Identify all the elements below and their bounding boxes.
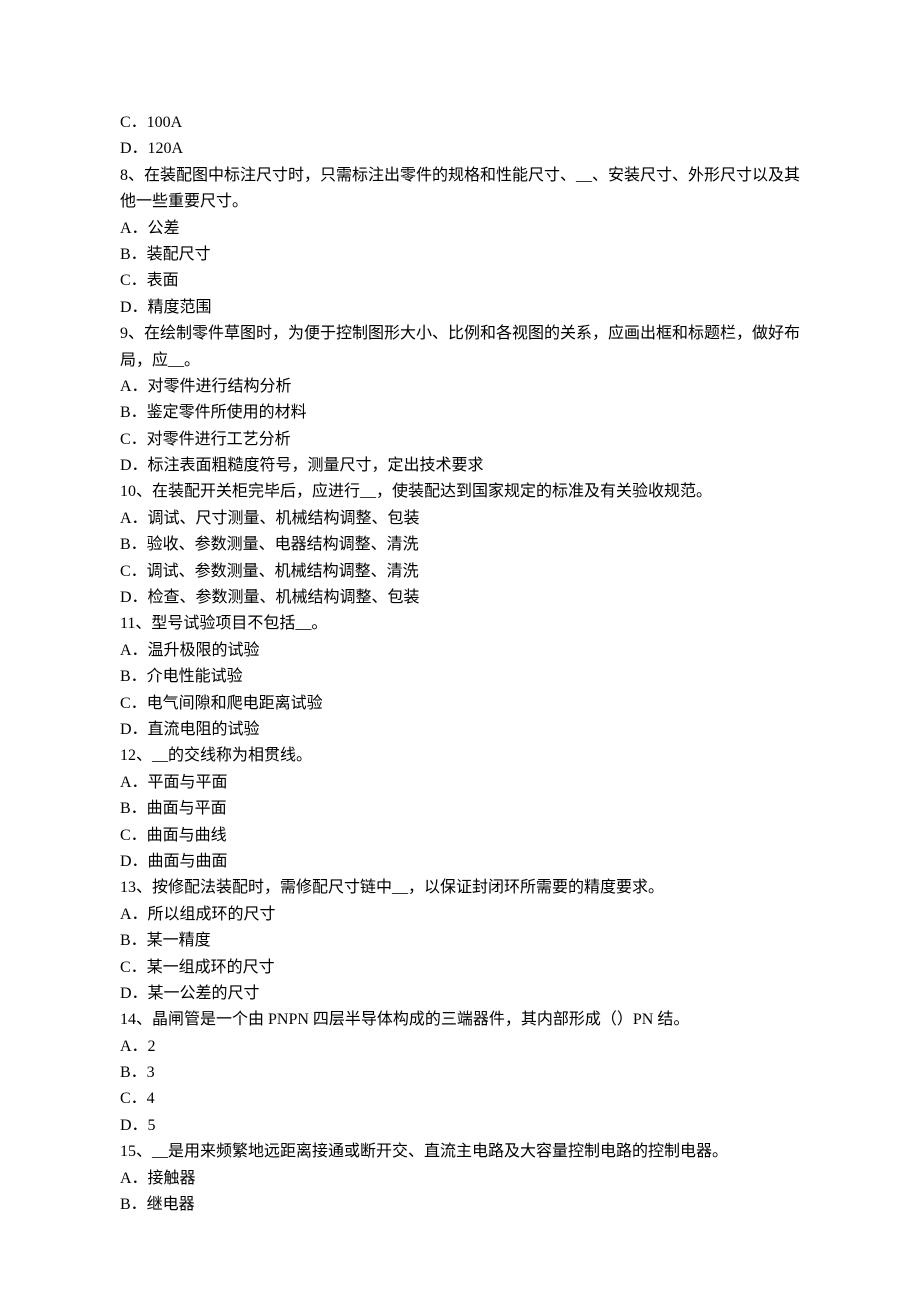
option-line: C．100A [120,110,800,136]
option-line: A．公差 [120,216,800,242]
option-line: D．直流电阻的试验 [120,717,800,743]
option-line: D．120A [120,136,800,162]
option-line: D．检查、参数测量、机械结构调整、包装 [120,585,800,611]
option-line: A．温升极限的试验 [120,638,800,664]
option-line: C．表面 [120,268,800,294]
option-line: D．某一公差的尺寸 [120,981,800,1007]
option-line: A．接触器 [120,1166,800,1192]
option-line: C．曲面与曲线 [120,823,800,849]
option-line: B．3 [120,1060,800,1086]
option-line: A．对零件进行结构分析 [120,374,800,400]
option-line: B．继电器 [120,1192,800,1218]
option-line: C．4 [120,1086,800,1112]
document-page: C．100A D．120A 8、在装配图中标注尺寸时，只需标注出零件的规格和性能… [0,0,920,1302]
option-line: D．曲面与曲面 [120,849,800,875]
option-line: B．曲面与平面 [120,796,800,822]
question-line: 15、__是用来频繁地远距离接通或断开交、直流主电路及大容量控制电路的控制电器。 [120,1139,800,1165]
option-line: A．所以组成环的尺寸 [120,902,800,928]
question-line: 13、按修配法装配时，需修配尺寸链中__，以保证封闭环所需要的精度要求。 [120,875,800,901]
option-line: B．某一精度 [120,928,800,954]
option-line: A．平面与平面 [120,770,800,796]
question-line: 14、晶闸管是一个由 PNPN 四层半导体构成的三端器件，其内部形成（）PN 结… [120,1007,800,1033]
question-line: 11、型号试验项目不包括__。 [120,611,800,637]
question-line: 12、__的交线称为相贯线。 [120,743,800,769]
option-line: B．鉴定零件所使用的材料 [120,400,800,426]
option-line: B．验收、参数测量、电器结构调整、清洗 [120,532,800,558]
option-line: D．5 [120,1113,800,1139]
question-line: 9、在绘制零件草图时，为便于控制图形大小、比例和各视图的关系，应画出框和标题栏，… [120,321,800,374]
option-line: D．精度范围 [120,295,800,321]
question-line: 10、在装配开关柜完毕后，应进行__，使装配达到国家规定的标准及有关验收规范。 [120,479,800,505]
option-line: C．调试、参数测量、机械结构调整、清洗 [120,559,800,585]
option-line: A．2 [120,1034,800,1060]
question-line: 8、在装配图中标注尺寸时，只需标注出零件的规格和性能尺寸、__、安装尺寸、外形尺… [120,163,800,216]
option-line: B．介电性能试验 [120,664,800,690]
option-line: C．对零件进行工艺分析 [120,427,800,453]
option-line: A．调试、尺寸测量、机械结构调整、包装 [120,506,800,532]
option-line: C．某一组成环的尺寸 [120,955,800,981]
option-line: B．装配尺寸 [120,242,800,268]
option-line: C．电气间隙和爬电距离试验 [120,691,800,717]
option-line: D．标注表面粗糙度符号，测量尺寸，定出技术要求 [120,453,800,479]
